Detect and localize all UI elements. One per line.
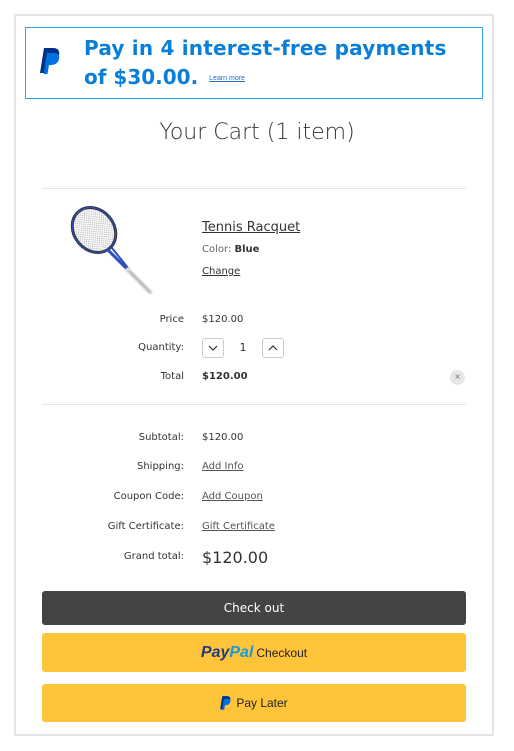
chevron-down-icon — [208, 345, 218, 351]
chevron-up-icon — [268, 345, 278, 351]
grand-total-value: $120.00 — [202, 548, 269, 567]
quantity-increase-button[interactable] — [262, 338, 284, 358]
paypal-logo-icon — [40, 48, 60, 74]
page-title: Your Cart (1 item) — [159, 120, 355, 145]
color-value: Blue — [234, 244, 260, 255]
quantity-decrease-button[interactable] — [202, 338, 224, 358]
add-shipping-info-link[interactable]: Add Info — [202, 461, 243, 472]
price-value: $120.00 — [202, 314, 244, 325]
price-label: Price — [159, 314, 184, 325]
tennis-racquet-image — [70, 206, 153, 295]
shipping-label: Shipping: — [137, 461, 184, 472]
subtotal-label: Subtotal: — [138, 432, 184, 443]
divider — [42, 404, 466, 405]
paypal-pay-in-4-banner: Pay in 4 interest-free payments of $30.0… — [25, 27, 483, 99]
grand-total-label: Grand total: — [123, 551, 184, 562]
banner-amount: of $30.00. — [84, 65, 199, 89]
coupon-label: Coupon Code: — [113, 491, 184, 502]
product-name-link[interactable]: Tennis Racquet — [202, 220, 300, 235]
paypal-logo-icon — [220, 696, 231, 710]
color-label: Color: — [202, 244, 232, 255]
banner-amount-line: of $30.00. Learn more — [84, 65, 245, 89]
total-label: Total — [160, 371, 184, 382]
banner-headline: Pay in 4 interest-free payments — [84, 36, 447, 60]
paypal-wordmark-pal: Pal — [229, 643, 254, 661]
checkout-button[interactable]: Check out — [42, 591, 466, 625]
paypal-checkout-label: Checkout — [256, 645, 308, 660]
divider — [42, 188, 466, 189]
paypal-wordmark: PayPal — [201, 644, 253, 662]
gift-certificate-label: Gift Certificate: — [107, 521, 184, 532]
total-value: $120.00 — [202, 371, 248, 382]
change-option-link[interactable]: Change — [202, 266, 240, 277]
subtotal-value: $120.00 — [202, 432, 244, 443]
product-color: Color: Blue — [202, 244, 259, 255]
learn-more-link[interactable]: Learn more — [209, 75, 245, 82]
quantity-label: Quantity: — [138, 342, 184, 353]
quantity-value[interactable]: 1 — [236, 341, 250, 354]
pay-later-label: Pay Later — [236, 696, 288, 710]
pay-later-button[interactable]: Pay Later — [42, 684, 466, 722]
gift-certificate-link[interactable]: Gift Certificate — [202, 521, 275, 532]
add-coupon-link[interactable]: Add Coupon — [202, 491, 263, 502]
close-icon: × — [454, 372, 461, 383]
paypal-checkout-button[interactable]: PayPal Checkout — [42, 633, 466, 672]
remove-item-button[interactable]: × — [450, 370, 465, 385]
paypal-wordmark-pay: Pay — [200, 643, 230, 661]
